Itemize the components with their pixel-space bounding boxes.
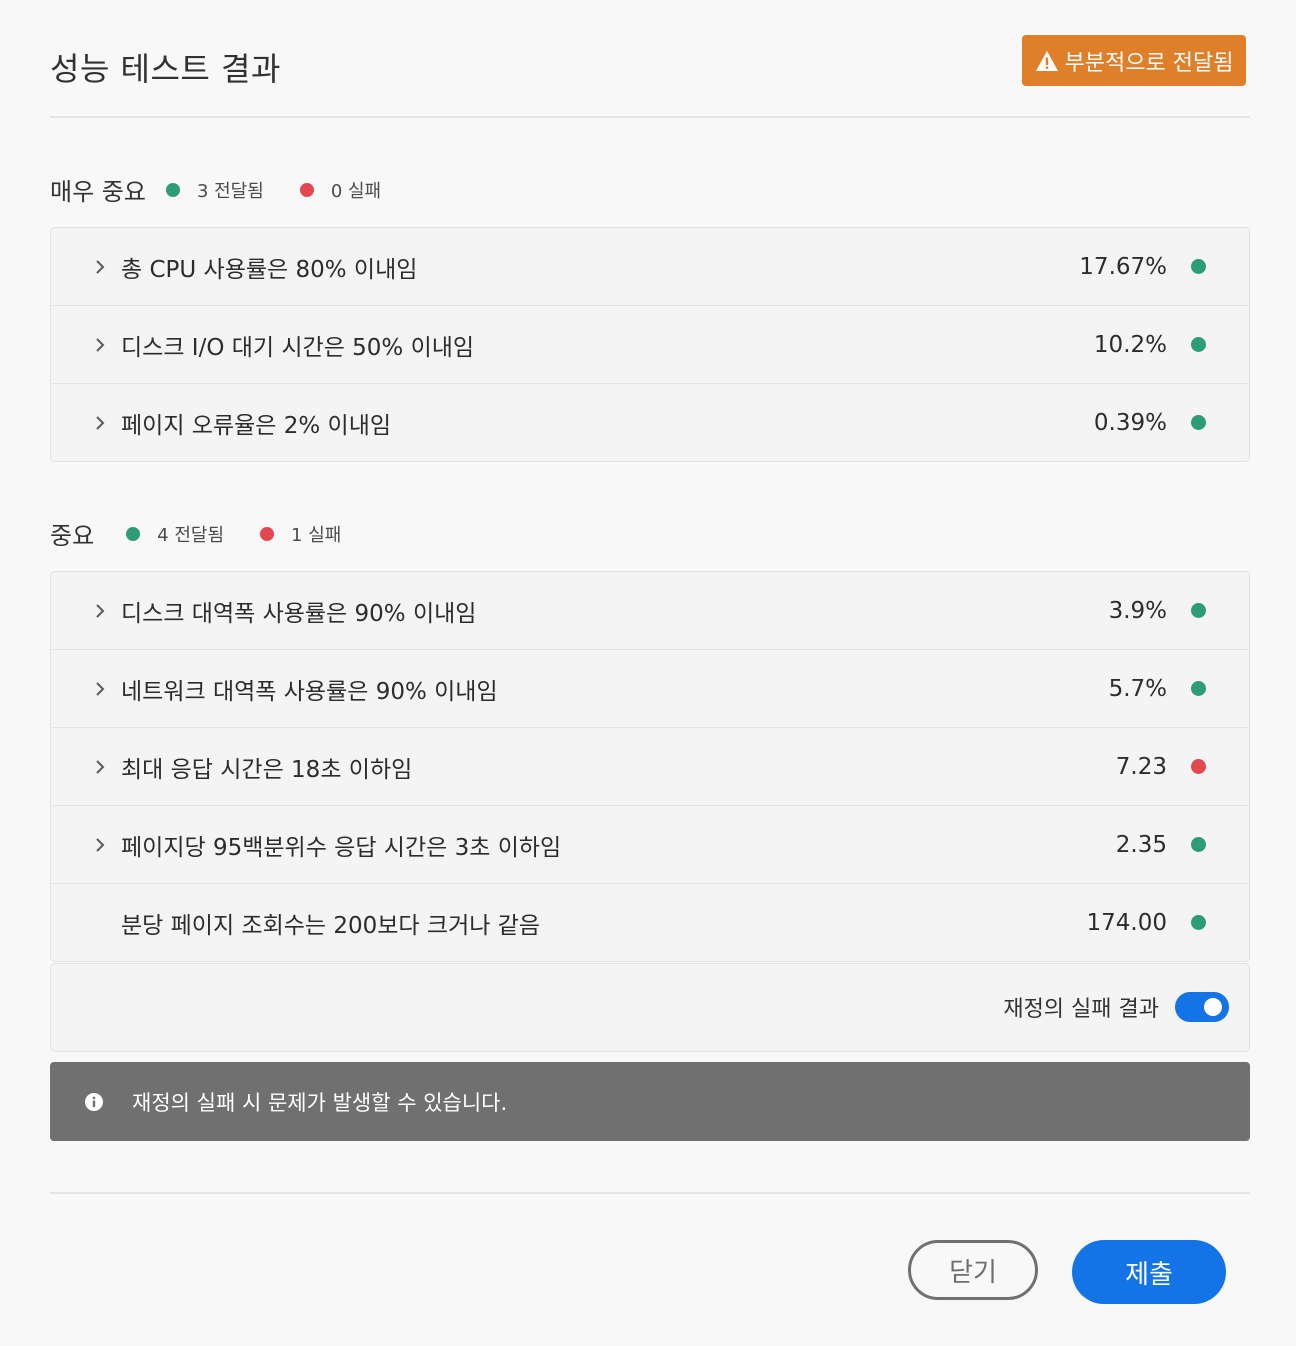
chevron-right-icon[interactable] bbox=[93, 603, 107, 618]
chevron-right-icon[interactable] bbox=[93, 837, 107, 852]
result-row: 분당 페이지 조회수는 200보다 크거나 같음 174.00 bbox=[51, 884, 1249, 961]
result-label: 디스크 I/O 대기 시간은 50% 이내임 bbox=[121, 334, 475, 361]
pass-status-icon bbox=[1191, 415, 1206, 430]
warning-icon bbox=[1035, 50, 1059, 72]
toggle-knob bbox=[1201, 995, 1225, 1019]
submit-button[interactable]: 제출 bbox=[1072, 1240, 1226, 1304]
pass-status-icon bbox=[1191, 837, 1206, 852]
result-value: 7.23 bbox=[1115, 753, 1167, 780]
status-badge: 부분적으로 전달됨 bbox=[1022, 35, 1246, 86]
fail-dot-icon bbox=[260, 526, 275, 541]
result-label: 페이지 오류율은 2% 이내임 bbox=[121, 412, 392, 439]
result-value: 3.9% bbox=[1108, 597, 1167, 624]
result-row[interactable]: 페이지 오류율은 2% 이내임 0.39% bbox=[51, 384, 1249, 461]
close-button[interactable]: 닫기 bbox=[908, 1240, 1038, 1300]
result-row[interactable]: 최대 응답 시간은 18초 이하임 7.23 bbox=[51, 728, 1249, 806]
result-label: 네트워크 대역폭 사용률은 90% 이내임 bbox=[121, 678, 498, 705]
result-value: 174.00 bbox=[1086, 909, 1167, 936]
passed-count: 3 전달됨 bbox=[165, 177, 264, 203]
result-value: 5.7% bbox=[1108, 675, 1167, 702]
result-label: 디스크 대역폭 사용률은 90% 이내임 bbox=[121, 600, 477, 627]
chevron-right-icon[interactable] bbox=[93, 759, 107, 774]
pass-status-icon bbox=[1191, 681, 1206, 696]
result-label: 분당 페이지 조회수는 200보다 크거나 같음 bbox=[121, 912, 541, 939]
pass-status-icon bbox=[1191, 603, 1206, 618]
override-label: 재정의 실패 결과 bbox=[1003, 997, 1159, 1022]
override-toggle[interactable] bbox=[1175, 992, 1229, 1022]
pass-status-icon bbox=[1191, 337, 1206, 352]
result-value: 2.35 bbox=[1115, 831, 1167, 858]
chevron-right-icon[interactable] bbox=[93, 415, 107, 430]
dialog: 성능 테스트 결과 부분적으로 전달됨 매우 중요 3 전달됨 0 실패 총 C… bbox=[0, 0, 1296, 1346]
fail-dot-icon bbox=[299, 182, 314, 197]
pass-dot-icon bbox=[126, 526, 141, 541]
failed-count: 1 실패 bbox=[260, 521, 341, 547]
results-list-critical: 총 CPU 사용률은 80% 이내임 17.67% 디스크 I/O 대기 시간은 5… bbox=[50, 227, 1250, 462]
section-header-critical: 매우 중요 3 전달됨 0 실패 bbox=[50, 172, 381, 207]
failed-count: 0 실패 bbox=[299, 177, 381, 203]
footer-divider bbox=[50, 1192, 1250, 1194]
dialog-title: 성능 테스트 결과 bbox=[50, 50, 281, 88]
chevron-right-icon[interactable] bbox=[93, 259, 107, 274]
result-value: 0.39% bbox=[1093, 409, 1167, 436]
pass-status-icon bbox=[1191, 259, 1206, 274]
override-panel: 재정의 실패 결과 bbox=[50, 963, 1250, 1052]
passed-count: 4 전달됨 bbox=[126, 521, 224, 547]
header-divider bbox=[50, 116, 1250, 118]
chevron-right-icon[interactable] bbox=[93, 337, 107, 352]
pass-status-icon bbox=[1191, 915, 1206, 930]
result-row[interactable]: 총 CPU 사용률은 80% 이내임 17.67% bbox=[51, 228, 1249, 306]
chevron-right-icon[interactable] bbox=[93, 681, 107, 696]
result-row[interactable]: 디스크 대역폭 사용률은 90% 이내임 3.9% bbox=[51, 572, 1249, 650]
results-list-important: 디스크 대역폭 사용률은 90% 이내임 3.9% 네트워크 대역폭 사용률은 90… bbox=[50, 571, 1250, 962]
section-header-important: 중요 4 전달됨 1 실패 bbox=[50, 516, 341, 551]
result-label: 페이지당 95백분위수 응답 시간은 3초 이하임 bbox=[121, 834, 562, 861]
section-title: 매우 중요 bbox=[50, 178, 146, 206]
section-title: 중요 bbox=[50, 522, 95, 550]
info-banner: 재정의 실패 시 문제가 발생할 수 있습니다. bbox=[50, 1062, 1250, 1141]
result-row[interactable]: 네트워크 대역폭 사용률은 90% 이내임 5.7% bbox=[51, 650, 1249, 728]
result-value: 17.67% bbox=[1079, 253, 1167, 280]
info-text: 재정의 실패 시 문제가 발생할 수 있습니다. bbox=[132, 1090, 508, 1115]
result-label: 총 CPU 사용률은 80% 이내임 bbox=[121, 256, 418, 283]
result-value: 10.2% bbox=[1093, 331, 1167, 358]
status-badge-label: 부분적으로 전달됨 bbox=[1064, 50, 1234, 76]
result-row[interactable]: 페이지당 95백분위수 응답 시간은 3초 이하임 2.35 bbox=[51, 806, 1249, 884]
result-label: 최대 응답 시간은 18초 이하임 bbox=[121, 756, 413, 783]
fail-status-icon bbox=[1191, 759, 1206, 774]
pass-dot-icon bbox=[165, 182, 180, 197]
info-icon bbox=[84, 1092, 104, 1116]
result-row[interactable]: 디스크 I/O 대기 시간은 50% 이내임 10.2% bbox=[51, 306, 1249, 384]
